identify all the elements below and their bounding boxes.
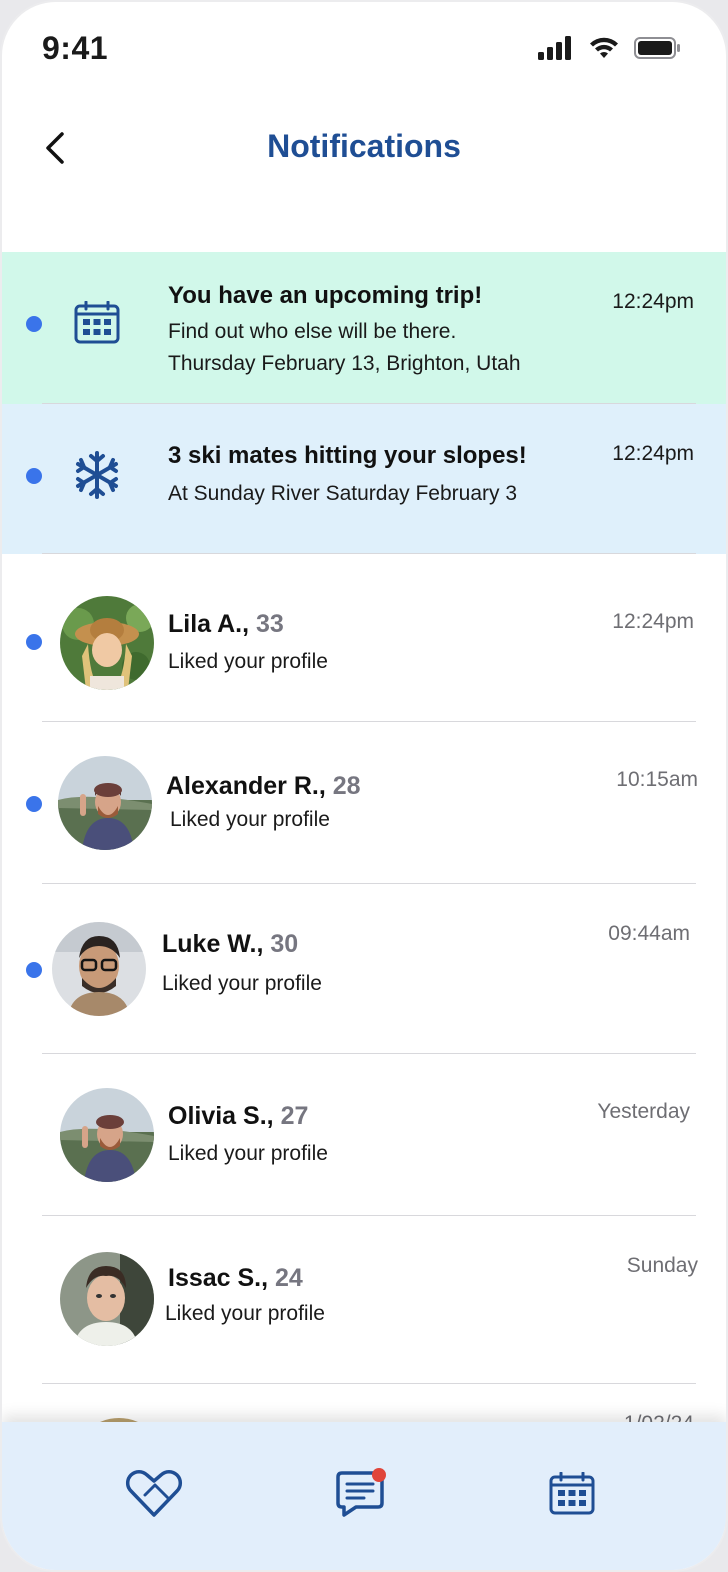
person-name: Lila A., 33 [168, 610, 284, 638]
avatar [60, 596, 154, 690]
person-age: 28 [332, 772, 361, 800]
person-age: 27 [280, 1102, 309, 1130]
tab-calendar[interactable] [540, 1462, 604, 1526]
person-name: Olivia S., 27 [168, 1102, 309, 1130]
status-icons [538, 36, 682, 60]
notification-title: You have an upcoming trip! [168, 282, 483, 309]
status-bar: 9:41 [2, 2, 726, 98]
cellular-signal-icon [538, 36, 571, 60]
tab-likes[interactable] [122, 1462, 186, 1526]
notification-like-lila[interactable]: Lila A., 33 Liked your profile 12:24pm [2, 554, 726, 722]
notification-upcoming-trip[interactable]: You have an upcoming trip! Find out who … [2, 252, 726, 404]
notification-time: 10:15am [616, 768, 698, 791]
avatar [52, 922, 146, 1016]
person-age: 24 [275, 1264, 303, 1292]
notification-time: Yesterday [597, 1100, 690, 1123]
notification-line: Find out who else will be there. [168, 320, 457, 343]
person-age: 30 [270, 930, 299, 958]
unread-dot [26, 468, 42, 484]
notification-message: Liked your profile [168, 1142, 328, 1165]
person-name: Issac S., 24 [168, 1264, 303, 1292]
person-name: Alexander R., 28 [166, 772, 361, 800]
notification-time: Sunday [626, 1254, 698, 1277]
heart-tag-icon [125, 1469, 183, 1517]
tab-messages[interactable] [328, 1462, 392, 1526]
notification-time: 12:24pm [612, 442, 694, 465]
person-age: 33 [255, 610, 284, 638]
status-time: 9:41 [42, 30, 109, 66]
notification-like-olivia[interactable]: Olivia S., 27 Liked your profile Yesterd… [2, 1054, 726, 1216]
wifi-icon [590, 37, 618, 58]
unread-dot [26, 796, 42, 812]
notification-message: Liked your profile [168, 650, 328, 673]
notification-like-issac[interactable]: Issac S., 24 Liked your profile Sunday [2, 1216, 726, 1384]
header: Notifications [2, 102, 726, 194]
battery-icon [634, 37, 680, 59]
phone-screen: 9:41 Notifications You have an upcoming … [0, 0, 728, 1572]
notification-time: 12:24pm [612, 610, 694, 633]
notification-like-alexander[interactable]: Alexander R., 28 Liked your profile 10:1… [2, 722, 726, 884]
bottom-tab-bar [2, 1422, 726, 1570]
notification-line: At Sunday River Saturday February 3 [168, 482, 518, 505]
notification-ski-mates[interactable]: 3 ski mates hitting your slopes! At Sund… [2, 404, 726, 554]
notification-message: Liked your profile [170, 808, 330, 831]
notification-title: 3 ski mates hitting your slopes! [168, 442, 527, 469]
notification-badge [372, 1468, 386, 1482]
notification-message: Liked your profile [165, 1302, 325, 1325]
notification-line: Thursday February 13, Brighton, Utah [168, 352, 521, 375]
avatar [60, 1088, 154, 1182]
notification-message: Liked your profile [162, 972, 322, 995]
calendar-icon [549, 1472, 595, 1515]
notification-time: 12:24pm [612, 290, 694, 313]
notification-time: 09:44am [608, 922, 690, 945]
page-title: Notifications [267, 128, 461, 164]
avatar [60, 1252, 154, 1346]
notification-like-luke[interactable]: Luke W., 30 Liked your profile 09:44am [2, 884, 726, 1054]
divider [42, 1383, 696, 1384]
unread-dot [26, 316, 42, 332]
snowflake-icon [70, 448, 124, 502]
person-name: Luke W., 30 [162, 930, 299, 958]
avatar [58, 756, 152, 850]
unread-dot [26, 962, 42, 978]
unread-dot [26, 634, 42, 650]
calendar-icon [70, 296, 124, 350]
notification-list: You have an upcoming trip! Find out who … [2, 252, 726, 1384]
